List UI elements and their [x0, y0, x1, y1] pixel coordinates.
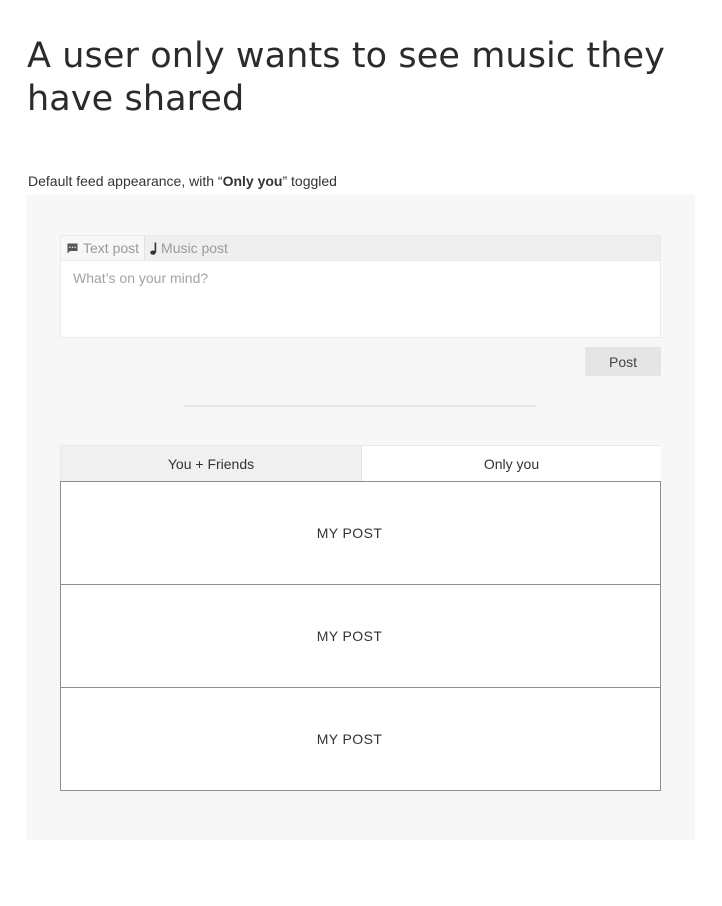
feed-post-label: MY POST: [316, 525, 383, 541]
feed-filter-toggle: You + Friends Only you: [60, 445, 661, 481]
section-divider: [184, 405, 536, 407]
tab-text-post[interactable]: Text post: [61, 236, 146, 260]
caption-bold-text: Only you: [222, 173, 283, 189]
post-composer: Text post Music post: [60, 235, 661, 338]
tab-you-plus-friends[interactable]: You + Friends: [61, 446, 362, 481]
tab-music-post-label: Music post: [161, 240, 228, 256]
feed-mockup-panel: Text post Music post Post You + Friends …: [26, 195, 695, 840]
caption-suffix: ” toggled: [282, 173, 337, 189]
feed-post[interactable]: MY POST: [61, 482, 660, 584]
figure-caption: Default feed appearance, with “Only you”…: [28, 172, 337, 190]
post-button[interactable]: Post: [585, 347, 661, 376]
caption-prefix: Default feed appearance, with “: [28, 173, 223, 189]
tab-only-you[interactable]: Only you: [362, 446, 661, 481]
music-note-icon: [149, 241, 159, 255]
tab-text-post-label: Text post: [83, 240, 140, 256]
composer-tabs: Text post Music post: [60, 235, 661, 260]
page-title: A user only wants to see music they have…: [27, 36, 665, 119]
chat-bubble-icon: [65, 241, 79, 255]
feed-post-label: MY POST: [316, 628, 383, 644]
feed-post[interactable]: MY POST: [61, 584, 660, 687]
tab-music-post[interactable]: Music post: [145, 236, 233, 260]
feed-post-label: MY POST: [316, 731, 383, 747]
post-feed: MY POST MY POST MY POST: [60, 481, 661, 791]
feed-post[interactable]: MY POST: [61, 687, 660, 790]
post-text-input[interactable]: [60, 260, 661, 338]
